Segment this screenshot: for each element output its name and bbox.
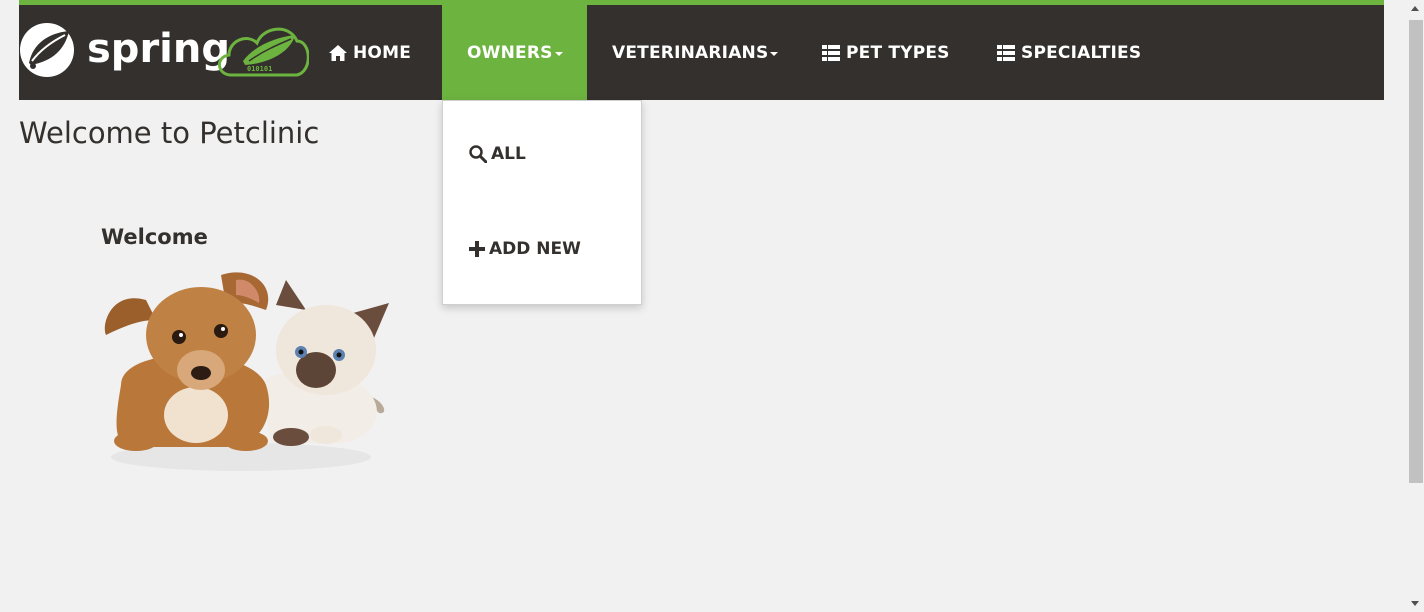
home-icon [329,44,347,61]
scroll-thumb[interactable] [1409,20,1423,483]
page-title: Welcome to Petclinic [19,116,320,150]
owners-dropdown-menu: ALL ADD NEW [442,100,642,305]
nav-pet-types-label: PET TYPES [846,42,950,63]
pets-image [101,265,391,475]
dropdown-item-add-new[interactable]: ADD NEW [469,239,581,259]
nav-home[interactable]: HOME [329,5,411,100]
dropdown-item-all-label: ALL [491,144,526,164]
nav-pet-types[interactable]: PET TYPES [822,5,950,100]
dropdown-item-add-new-label: ADD NEW [489,239,581,259]
nav-home-label: HOME [353,42,412,63]
welcome-heading: Welcome [101,225,208,249]
scroll-down-icon[interactable] [1411,601,1419,606]
nav-specialties-label: SPECIALTIES [1021,42,1142,63]
nav-owners[interactable]: OWNERS [442,5,587,100]
nav-veterinarians-label: VETERINARIANS [612,42,769,63]
spring-logo[interactable]: spring 010101 [19,19,310,81]
dropdown-item-all[interactable]: ALL [469,144,526,164]
nav-specialties[interactable]: SPECIALTIES [997,5,1141,100]
page: spring 010101 HOME OWNERS VETERINARIANS [0,0,1424,612]
vertical-scrollbar[interactable] [1406,0,1424,612]
spring-logo-icon: spring 010101 [20,23,310,77]
nav-owners-label: OWNERS [467,42,553,63]
th-list-icon [997,44,1015,61]
svg-text:spring: spring [87,26,230,72]
plus-icon [469,241,485,257]
svg-text:010101: 010101 [247,65,272,73]
nav-veterinarians[interactable]: VETERINARIANS [612,5,779,100]
chevron-down-icon [554,51,563,56]
search-icon [469,145,487,163]
chevron-down-icon [770,51,779,56]
th-list-icon [822,44,840,61]
navbar: spring 010101 HOME OWNERS VETERINARIANS [19,0,1384,100]
scroll-up-icon[interactable] [1411,6,1419,11]
